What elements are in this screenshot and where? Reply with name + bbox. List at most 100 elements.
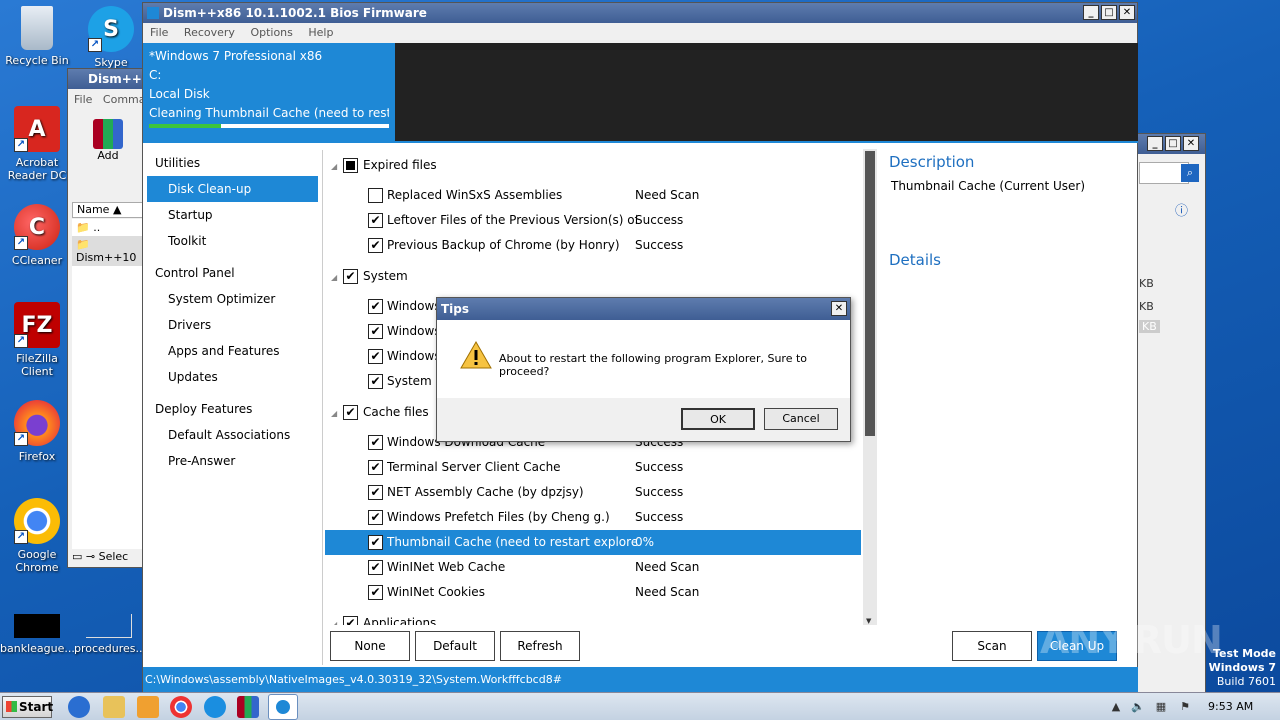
table-row[interactable]: ✔ WinINet Web Cache Need Scan bbox=[325, 555, 861, 580]
sidebar-item-drivers[interactable]: Drivers bbox=[143, 312, 322, 338]
background-window-titlebar[interactable]: _ □ ✕ bbox=[1131, 134, 1205, 154]
menu-file[interactable]: File bbox=[150, 26, 168, 39]
desktop-icon-chrome[interactable]: ↗ Google Chrome bbox=[4, 498, 70, 574]
checkbox[interactable]: ✔ bbox=[343, 616, 358, 625]
close-button[interactable]: ✕ bbox=[1119, 5, 1135, 20]
winrar-menu-commands[interactable]: Comma bbox=[103, 93, 146, 106]
list-group-row[interactable]: ◢ Expired files bbox=[325, 153, 861, 178]
checkbox[interactable]: ✔ bbox=[343, 405, 358, 420]
dism-window[interactable]: Dism++x86 10.1.1002.1 Bios Firmware _ □ … bbox=[142, 2, 1138, 692]
expand-icon[interactable]: ◢ bbox=[331, 401, 337, 426]
sidebar-item-pre-answer[interactable]: Pre-Answer bbox=[143, 448, 322, 474]
expand-icon[interactable]: ◢ bbox=[331, 265, 337, 290]
cancel-button[interactable]: Cancel bbox=[764, 408, 838, 430]
desktop-icon-acrobat[interactable]: A ↗ Acrobat Reader DC bbox=[4, 106, 70, 182]
table-row[interactable]: ✔ WinINet Cookies Need Scan bbox=[325, 580, 861, 605]
menu-help[interactable]: Help bbox=[308, 26, 333, 39]
explorer-icon[interactable] bbox=[103, 696, 125, 718]
checkbox[interactable]: ✔ bbox=[368, 560, 383, 575]
dism-taskbar-icon[interactable] bbox=[268, 694, 298, 720]
winrar-menu-file[interactable]: File bbox=[74, 93, 92, 106]
menu-options[interactable]: Options bbox=[250, 26, 292, 39]
winrar-column-name[interactable]: Name ▲ bbox=[72, 202, 144, 218]
sidebar-item-updates[interactable]: Updates bbox=[143, 364, 322, 390]
checkbox[interactable] bbox=[368, 188, 383, 203]
checkbox[interactable]: ✔ bbox=[343, 269, 358, 284]
sidebar-item-deploy-features[interactable]: Deploy Features bbox=[143, 396, 322, 422]
list-scrollbar[interactable]: ▼ bbox=[863, 149, 877, 625]
ie-icon[interactable] bbox=[68, 696, 90, 718]
tray-volume-icon[interactable]: 🔈 bbox=[1130, 699, 1146, 715]
background-window-right[interactable]: _ □ ✕ ⌕ ⓘ KB KB KB bbox=[1130, 133, 1206, 693]
start-button[interactable]: Start bbox=[2, 696, 53, 718]
desktop-icon-procedures[interactable]: procedures.... bbox=[74, 614, 150, 655]
dialog-close-button[interactable]: ✕ bbox=[831, 301, 847, 316]
table-row[interactable]: ✔ Windows Prefetch Files (by Cheng g.) Suc… bbox=[325, 505, 861, 530]
maximize-button[interactable]: □ bbox=[1165, 136, 1181, 151]
scrollbar-thumb[interactable] bbox=[865, 151, 875, 436]
sidebar-item-toolkit[interactable]: Toolkit bbox=[143, 228, 322, 254]
table-row[interactable]: ✔ NET Assembly Cache (by dpzjsy) Success bbox=[325, 480, 861, 505]
default-button[interactable]: Default bbox=[415, 631, 495, 661]
table-row[interactable]: ✔ Previous Backup of Chrome (by Honry) Suc… bbox=[325, 233, 861, 258]
checkbox[interactable]: ✔ bbox=[368, 485, 383, 500]
media-player-icon[interactable] bbox=[137, 696, 159, 718]
checkbox[interactable]: ✔ bbox=[368, 585, 383, 600]
desktop-icon-bankleague[interactable]: bankleague.... bbox=[0, 614, 78, 655]
dism-titlebar[interactable]: Dism++x86 10.1.1002.1 Bios Firmware _ □ … bbox=[143, 3, 1137, 23]
checkbox[interactable]: ✔ bbox=[368, 435, 383, 450]
checkbox[interactable]: ✔ bbox=[368, 324, 383, 339]
sidebar-item-utilities[interactable]: Utilities bbox=[143, 150, 322, 176]
table-row[interactable]: ✔ Thumbnail Cache (need to restart explor… bbox=[325, 530, 861, 555]
desktop-icon-firefox[interactable]: ↗ Firefox bbox=[4, 400, 70, 463]
scroll-down-icon[interactable]: ▼ bbox=[866, 617, 871, 625]
menu-recovery[interactable]: Recovery bbox=[184, 26, 235, 39]
none-button[interactable]: None bbox=[330, 631, 410, 661]
winrar-titlebar[interactable]: Dism++1 bbox=[68, 69, 150, 89]
sidebar-item-control-panel[interactable]: Control Panel bbox=[143, 260, 322, 286]
checkbox[interactable]: ✔ bbox=[368, 374, 383, 389]
chrome-taskbar-icon[interactable] bbox=[170, 696, 192, 718]
desktop-icon-filezilla[interactable]: FZ ↗ FileZilla Client bbox=[4, 302, 70, 378]
session-header[interactable]: *Windows 7 Professional x86 C: Local Dis… bbox=[143, 43, 395, 141]
checkbox[interactable]: ✔ bbox=[368, 510, 383, 525]
table-row[interactable]: Replaced WinSxS Assemblies Need Scan bbox=[325, 183, 861, 208]
ok-button[interactable]: OK bbox=[681, 408, 755, 430]
checkbox[interactable]: ✔ bbox=[368, 213, 383, 228]
close-button[interactable]: ✕ bbox=[1183, 136, 1199, 151]
help-icon[interactable]: ⓘ bbox=[1175, 200, 1188, 219]
minimize-button[interactable]: _ bbox=[1147, 136, 1163, 151]
list-item[interactable]: 📁 Dism++10 bbox=[72, 236, 144, 266]
tray-arrow-icon[interactable]: ▲ bbox=[1108, 699, 1124, 715]
desktop-icon-recycle-bin[interactable]: Recycle Bin bbox=[4, 6, 70, 67]
expand-icon[interactable]: ◢ bbox=[331, 154, 337, 179]
table-row[interactable]: ✔ Leftover Files of the Previous Version(… bbox=[325, 208, 861, 233]
checkbox[interactable]: ✔ bbox=[368, 299, 383, 314]
sidebar-item-system-optimizer[interactable]: System Optimizer bbox=[143, 286, 322, 312]
maximize-button[interactable]: □ bbox=[1101, 5, 1117, 20]
sidebar-item-startup[interactable]: Startup bbox=[143, 202, 322, 228]
sidebar-item-apps-and-features[interactable]: Apps and Features bbox=[143, 338, 322, 364]
tips-dialog[interactable]: Tips ✕ About to restart the following pr… bbox=[436, 297, 851, 442]
clock[interactable]: 9:53 AM bbox=[1208, 700, 1253, 713]
minimize-button[interactable]: _ bbox=[1083, 5, 1099, 20]
list-group-row[interactable]: ◢ ✔ System bbox=[325, 264, 861, 289]
refresh-button[interactable]: Refresh bbox=[500, 631, 580, 661]
tray-flag-icon[interactable]: ⚑ bbox=[1177, 699, 1193, 715]
checkbox[interactable] bbox=[343, 158, 358, 173]
checkbox[interactable]: ✔ bbox=[368, 460, 383, 475]
sidebar-item-disk-clean-up[interactable]: Disk Clean-up bbox=[147, 176, 318, 202]
expand-icon[interactable]: ◢ bbox=[331, 612, 337, 625]
list-group-row[interactable]: ◢ ✔ Applications bbox=[325, 611, 861, 625]
desktop-icon-ccleaner[interactable]: C ↗ CCleaner bbox=[4, 204, 70, 267]
sidebar-item-default-associations[interactable]: Default Associations bbox=[143, 422, 322, 448]
dialog-titlebar[interactable]: Tips ✕ bbox=[437, 298, 850, 320]
checkbox[interactable]: ✔ bbox=[368, 238, 383, 253]
checkbox[interactable]: ✔ bbox=[368, 349, 383, 364]
desktop-icon-skype[interactable]: S ↗ Skype bbox=[78, 6, 144, 69]
list-item[interactable]: 📁 .. bbox=[72, 219, 144, 236]
checkbox[interactable]: ✔ bbox=[368, 535, 383, 550]
scan-button[interactable]: Scan bbox=[952, 631, 1032, 661]
winrar-add-button[interactable]: Add bbox=[90, 119, 126, 162]
edge-icon[interactable] bbox=[204, 696, 226, 718]
